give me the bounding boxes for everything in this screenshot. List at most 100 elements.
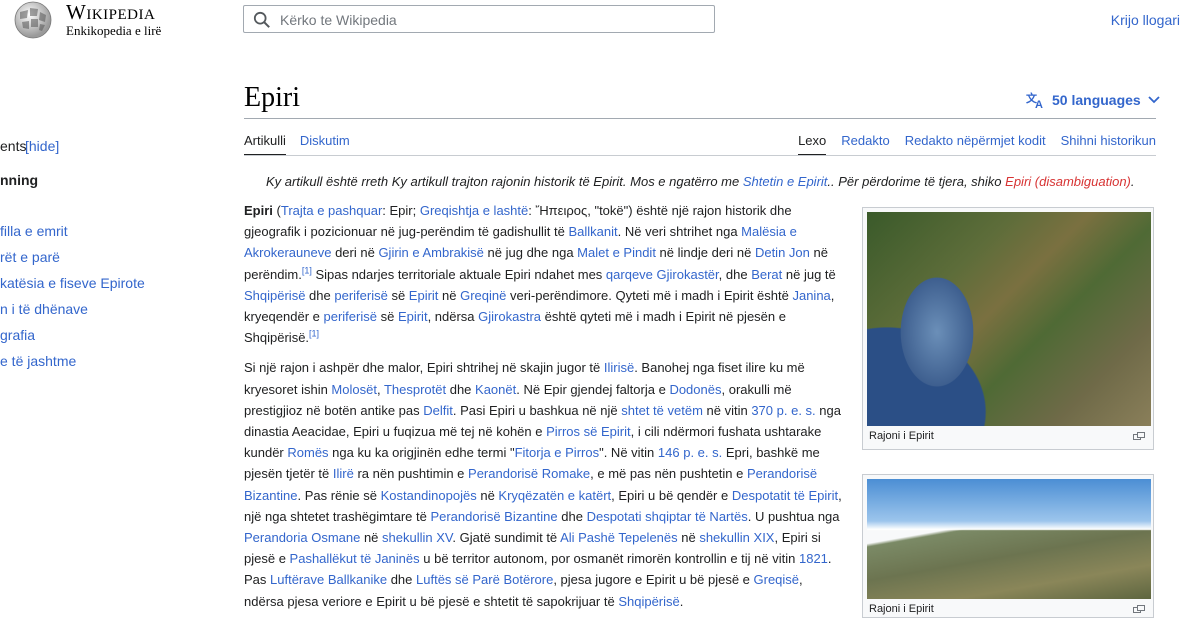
inline-link[interactable]: Fitorja e Pirros (515, 445, 600, 460)
toc-item-top[interactable]: nning (0, 172, 38, 188)
inline-link[interactable]: Romës (287, 445, 328, 460)
inline-link[interactable]: Luftërave Ballkanike (270, 572, 387, 587)
body-text: . Pasi Epiri u bashkua në një (452, 402, 622, 418)
body-text: , ndërsa (427, 309, 479, 325)
inline-link[interactable]: Ali Pashë Tepelenës (560, 530, 678, 545)
landscape-image[interactable] (867, 479, 1151, 599)
inline-link[interactable]: Detin Jon (755, 245, 810, 260)
toc-item-5[interactable]: grafia (0, 327, 35, 343)
toc-item-2[interactable]: rët e parë (0, 249, 60, 265)
inline-link[interactable]: shekullin XIX (699, 530, 774, 545)
inline-link[interactable]: Shqipërisë (244, 288, 305, 303)
tab-edit-source[interactable]: Redakto nëpërmjet kodit (905, 133, 1046, 156)
body-text: . Në veri shtrihet nga (617, 224, 742, 240)
namespace-tabs: Artikulli Diskutim (244, 133, 364, 156)
translate-icon: 文 A (1026, 91, 1043, 109)
toc-hide-link[interactable]: [hide] (25, 138, 59, 154)
body-text: , pjesa jugore e Epirit u bë pjesë e (553, 572, 754, 588)
search-input[interactable] (278, 6, 702, 34)
satellite-image[interactable] (867, 212, 1151, 426)
body-text: në (677, 530, 700, 546)
inline-link[interactable]: Delfit (423, 403, 453, 418)
chevron-down-icon (1148, 96, 1160, 104)
inline-link[interactable]: Berat (751, 267, 782, 282)
inline-link[interactable]: Pirros së Epirit (546, 424, 631, 439)
body-text: , (376, 381, 384, 397)
body-text: , Epiri u bë qendër e (611, 487, 732, 503)
tabs-divider (244, 155, 1156, 156)
inline-link[interactable]: 146 p. e. s. (658, 445, 722, 460)
article-body: Epiri (Trajta e pashquar: Epir; Greqisht… (244, 200, 844, 621)
tab-history[interactable]: Shihni historikun (1061, 133, 1156, 156)
inline-link[interactable]: periferisë (334, 288, 387, 303)
inline-link[interactable]: qarqeve Gjirokastër (606, 267, 719, 282)
inline-link[interactable]: Epirit (398, 309, 428, 324)
toc-item-1[interactable]: filla e emrit (0, 223, 68, 239)
inline-link[interactable]: Epirit (409, 288, 439, 303)
expand-icon[interactable] (1133, 605, 1145, 613)
inline-link[interactable]: periferisë (324, 309, 377, 324)
toc-item-3[interactable]: katësia e fiseve Epirote (0, 275, 145, 291)
body-text: dhe (446, 381, 476, 397)
inline-link[interactable]: Shqipërisë (618, 594, 679, 609)
hatnote-link-disambiguation[interactable]: Epiri (disambiguation) (1005, 174, 1131, 189)
inline-link[interactable]: Kostandinopojës (381, 488, 477, 503)
tab-talk[interactable]: Diskutim (300, 133, 350, 156)
inline-link[interactable]: Malet e Pindit (577, 245, 656, 260)
hatnote-text: .. Për përdorime të tjera, shiko (827, 174, 1006, 189)
toc-item-4[interactable]: n i të dhënave (0, 301, 88, 317)
inline-link[interactable]: Luftës së Parë Botërore (416, 572, 553, 587)
inline-link[interactable]: Molosët (331, 382, 377, 397)
inline-link[interactable]: Pashallëkut të Janinës (290, 551, 420, 566)
paragraph-1: Epiri (Trajta e pashquar: Epir; Greqisht… (244, 200, 844, 348)
inline-link[interactable]: Greqisë (754, 572, 800, 587)
reference-link[interactable]: [1] (309, 329, 319, 339)
body-text: në (360, 530, 383, 546)
inline-link[interactable]: Ballkanit (568, 224, 617, 239)
inline-link[interactable]: Perandorisë Romake (468, 466, 590, 481)
paragraph-2: Si një rajon i ashpër dhe malor, Epiri s… (244, 357, 844, 611)
inline-link[interactable]: Thesprotët (384, 382, 446, 397)
create-account-link[interactable]: Krijo llogari (1111, 12, 1180, 28)
tab-edit[interactable]: Redakto (841, 133, 889, 156)
inline-link[interactable]: Ilirë (333, 466, 354, 481)
search-box[interactable] (243, 5, 715, 34)
inline-link[interactable]: Ilirisë (604, 360, 634, 375)
inline-link[interactable]: Greqinë (460, 288, 506, 303)
body-text: në jug të (782, 266, 836, 282)
body-text: Sipas ndarjes territoriale aktuale Epiri… (311, 266, 606, 282)
language-button[interactable]: 文 A 50 languages (1026, 91, 1167, 109)
inline-link[interactable]: Gjirokastra (478, 309, 541, 324)
tab-read[interactable]: Lexo (798, 133, 827, 156)
inline-link[interactable]: Despotati shqiptar të Nartës (587, 509, 748, 524)
hatnote-link-state[interactable]: Shtetin e Epirit (743, 174, 828, 189)
toc-heading: ents (0, 138, 27, 154)
wikipedia-globe-icon[interactable] (10, 0, 56, 40)
inline-link[interactable]: Kryqëzatën e katërt (498, 488, 611, 503)
inline-link[interactable]: Trajta e pashquar (281, 203, 382, 218)
expand-icon[interactable] (1133, 432, 1145, 440)
inline-link[interactable]: shtet të vetëm (621, 403, 703, 418)
inline-link[interactable]: Dodonës (669, 382, 721, 397)
title-divider (244, 118, 1156, 119)
inline-link[interactable]: 370 p. e. s. (751, 403, 815, 418)
inline-link[interactable]: Perandorisë Bizantine (430, 509, 557, 524)
toc-item-6[interactable]: e të jashtme (0, 353, 76, 369)
hatnote-text: Ky artikull është rreth Ky artikull traj… (266, 174, 743, 189)
inline-link[interactable]: Janina (792, 288, 830, 303)
inline-link[interactable]: Despotatit të Epirit (732, 488, 838, 503)
inline-link[interactable]: Kaonët (475, 382, 516, 397)
figure-map: Rajoni i Epirit (862, 207, 1154, 450)
reference-link[interactable]: [1] (302, 265, 312, 275)
inline-link[interactable]: Perandoria Osmane (244, 530, 360, 545)
inline-link[interactable]: Greqishtja e lashtë (420, 203, 528, 218)
body-text: në vitin (702, 402, 752, 418)
body-text: veri-perëndimore. Qyteti më i madh i Epi… (506, 287, 793, 303)
inline-link[interactable]: shekullin XV (382, 530, 452, 545)
inline-link[interactable]: 1821 (799, 551, 828, 566)
body-text: ". Në vitin (599, 445, 658, 461)
wikipedia-wordmark[interactable]: Wikipedia (66, 0, 155, 25)
body-text: . U pushtua nga (747, 508, 840, 524)
inline-link[interactable]: Gjirin e Ambrakisë (378, 245, 483, 260)
tab-article[interactable]: Artikulli (244, 133, 286, 156)
